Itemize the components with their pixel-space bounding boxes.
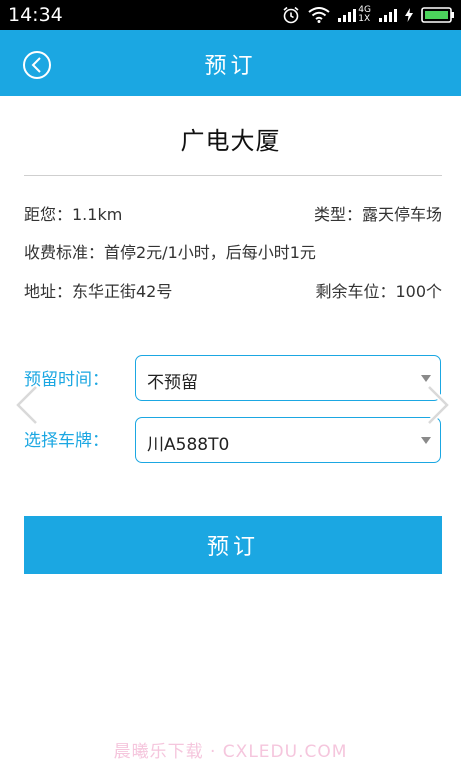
- network-type-label: 1X: [358, 14, 371, 24]
- place-name: 广电大厦: [180, 127, 281, 155]
- reserve-time-select[interactable]: 不预留: [135, 355, 441, 401]
- address-text: 地址：东华正街42号: [24, 282, 173, 301]
- spaces-left-text: 剩余车位：100个: [315, 282, 442, 301]
- alarm-icon: [282, 6, 300, 24]
- battery-charging-icon: [421, 7, 455, 23]
- charging-bolt-icon: [405, 8, 413, 22]
- plate-value: 川A588T0: [147, 435, 230, 455]
- info-row: 距您：1.1km 类型：露天停车场: [24, 205, 442, 225]
- status-icons: 4G 1X: [282, 4, 455, 26]
- status-time: 14:34: [8, 4, 63, 26]
- status-bar: 14:34 4G 1X: [0, 0, 461, 30]
- fee-standard-text: 收费标准：首停2元/1小时，后每小时1元: [24, 243, 316, 262]
- next-chevron-icon[interactable]: [425, 384, 452, 429]
- reserve-time-value: 不预留: [147, 373, 198, 393]
- page-title: 预订: [204, 54, 257, 79]
- divider: [24, 175, 442, 176]
- dropdown-arrow-icon: [421, 375, 431, 382]
- previous-chevron-icon[interactable]: [13, 384, 40, 429]
- signal-icon: [379, 8, 397, 22]
- wifi-icon: [308, 7, 330, 23]
- info-row: 收费标准：首停2元/1小时，后每小时1元: [24, 243, 442, 263]
- dropdown-arrow-icon: [421, 437, 431, 444]
- plate-select[interactable]: 川A588T0: [135, 417, 441, 463]
- watermark: 晨曦乐下载 · CXLEDU.COM: [113, 742, 348, 762]
- plate-label: 选择车牌：: [24, 431, 109, 451]
- book-button[interactable]: 预订: [24, 516, 442, 574]
- app-header: 预订: [0, 30, 461, 96]
- parking-type-text: 类型：露天停车场: [313, 205, 442, 224]
- info-row: 地址：东华正街42号 剩余车位：100个: [24, 282, 442, 302]
- distance-text: 距您：1.1km: [24, 205, 123, 224]
- signal-icon: 4G 1X: [338, 6, 371, 24]
